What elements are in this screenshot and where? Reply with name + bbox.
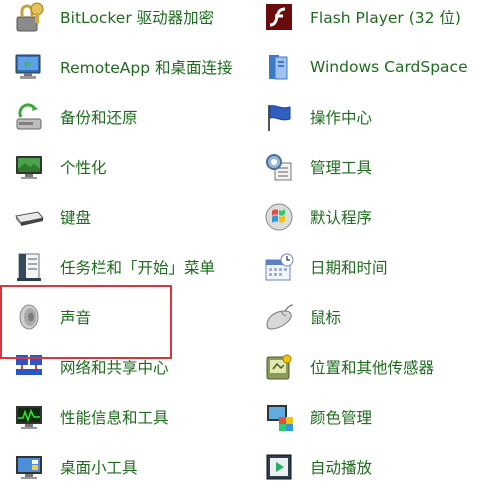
item-sound[interactable]: 声音 <box>3 292 243 342</box>
item-label: 操作中心 <box>310 109 373 127</box>
color-management-icon <box>262 400 296 434</box>
admin-tools-icon <box>262 150 296 184</box>
item-label: 备份和还原 <box>60 109 138 127</box>
item-label: 任务栏和「开始」菜单 <box>60 259 216 277</box>
item-taskbar-start[interactable]: 任务栏和「开始」菜单 <box>3 242 243 292</box>
item-autoplay[interactable]: 自动播放 <box>253 442 492 492</box>
item-label: Windows CardSpace <box>310 58 468 76</box>
item-label: 性能信息和工具 <box>60 409 169 427</box>
item-label: 个性化 <box>60 159 107 177</box>
keyboard-icon <box>12 200 46 234</box>
item-keyboard[interactable]: 键盘 <box>3 192 243 242</box>
item-location-sensors[interactable]: 位置和其他传感器 <box>253 342 492 392</box>
default-programs-icon <box>262 200 296 234</box>
bitlocker-lock-icon <box>12 0 46 34</box>
item-action-center[interactable]: 操作中心 <box>253 92 492 142</box>
item-label: 鼠标 <box>310 309 342 327</box>
item-mouse[interactable]: 鼠标 <box>253 292 492 342</box>
item-label: 默认程序 <box>310 209 373 227</box>
item-label: 管理工具 <box>310 159 373 177</box>
item-cardspace[interactable]: Windows CardSpace <box>253 42 492 92</box>
item-label: 网络和共享中心 <box>60 359 169 377</box>
network-sharing-icon <box>12 350 46 384</box>
item-date-time[interactable]: 日期和时间 <box>253 242 492 292</box>
item-bitlocker[interactable]: BitLocker 驱动器加密 <box>3 0 243 42</box>
speaker-icon <box>12 300 46 334</box>
control-panel-grid: BitLocker 驱动器加密 RemoteApp 和桌面连接 备份和还原 个性… <box>0 0 492 482</box>
item-default-programs[interactable]: 默认程序 <box>253 192 492 242</box>
taskbar-start-icon <box>12 250 46 284</box>
item-label: RemoteApp 和桌面连接 <box>60 59 233 77</box>
personalization-icon <box>12 150 46 184</box>
item-backup-restore[interactable]: 备份和还原 <box>3 92 243 142</box>
item-label: 键盘 <box>60 209 92 227</box>
action-center-flag-icon <box>262 100 296 134</box>
mouse-icon <box>262 300 296 334</box>
flash-player-icon <box>262 0 296 34</box>
backup-restore-icon <box>12 100 46 134</box>
performance-icon <box>12 400 46 434</box>
date-time-icon <box>262 250 296 284</box>
item-flash-player[interactable]: Flash Player (32 位) <box>253 0 492 42</box>
item-label: 声音 <box>60 309 92 327</box>
remote-desktop-icon <box>12 50 46 84</box>
item-remoteapp[interactable]: RemoteApp 和桌面连接 <box>3 42 243 92</box>
item-color-management[interactable]: 颜色管理 <box>253 392 492 442</box>
item-label: BitLocker 驱动器加密 <box>60 9 215 27</box>
item-label: 桌面小工具 <box>60 459 138 477</box>
location-sensors-icon <box>262 350 296 384</box>
item-personalization[interactable]: 个性化 <box>3 142 243 192</box>
item-network-sharing[interactable]: 网络和共享中心 <box>3 342 243 392</box>
item-desktop-gadgets[interactable]: 桌面小工具 <box>3 442 243 492</box>
item-label: 颜色管理 <box>310 409 373 427</box>
item-label: Flash Player (32 位) <box>310 9 461 27</box>
item-label: 位置和其他传感器 <box>310 359 435 377</box>
desktop-gadgets-icon <box>12 450 46 484</box>
cardspace-icon <box>262 50 296 84</box>
autoplay-icon <box>262 450 296 484</box>
item-admin-tools[interactable]: 管理工具 <box>253 142 492 192</box>
item-label: 日期和时间 <box>310 259 388 277</box>
item-performance[interactable]: 性能信息和工具 <box>3 392 243 442</box>
item-label: 自动播放 <box>310 459 373 477</box>
